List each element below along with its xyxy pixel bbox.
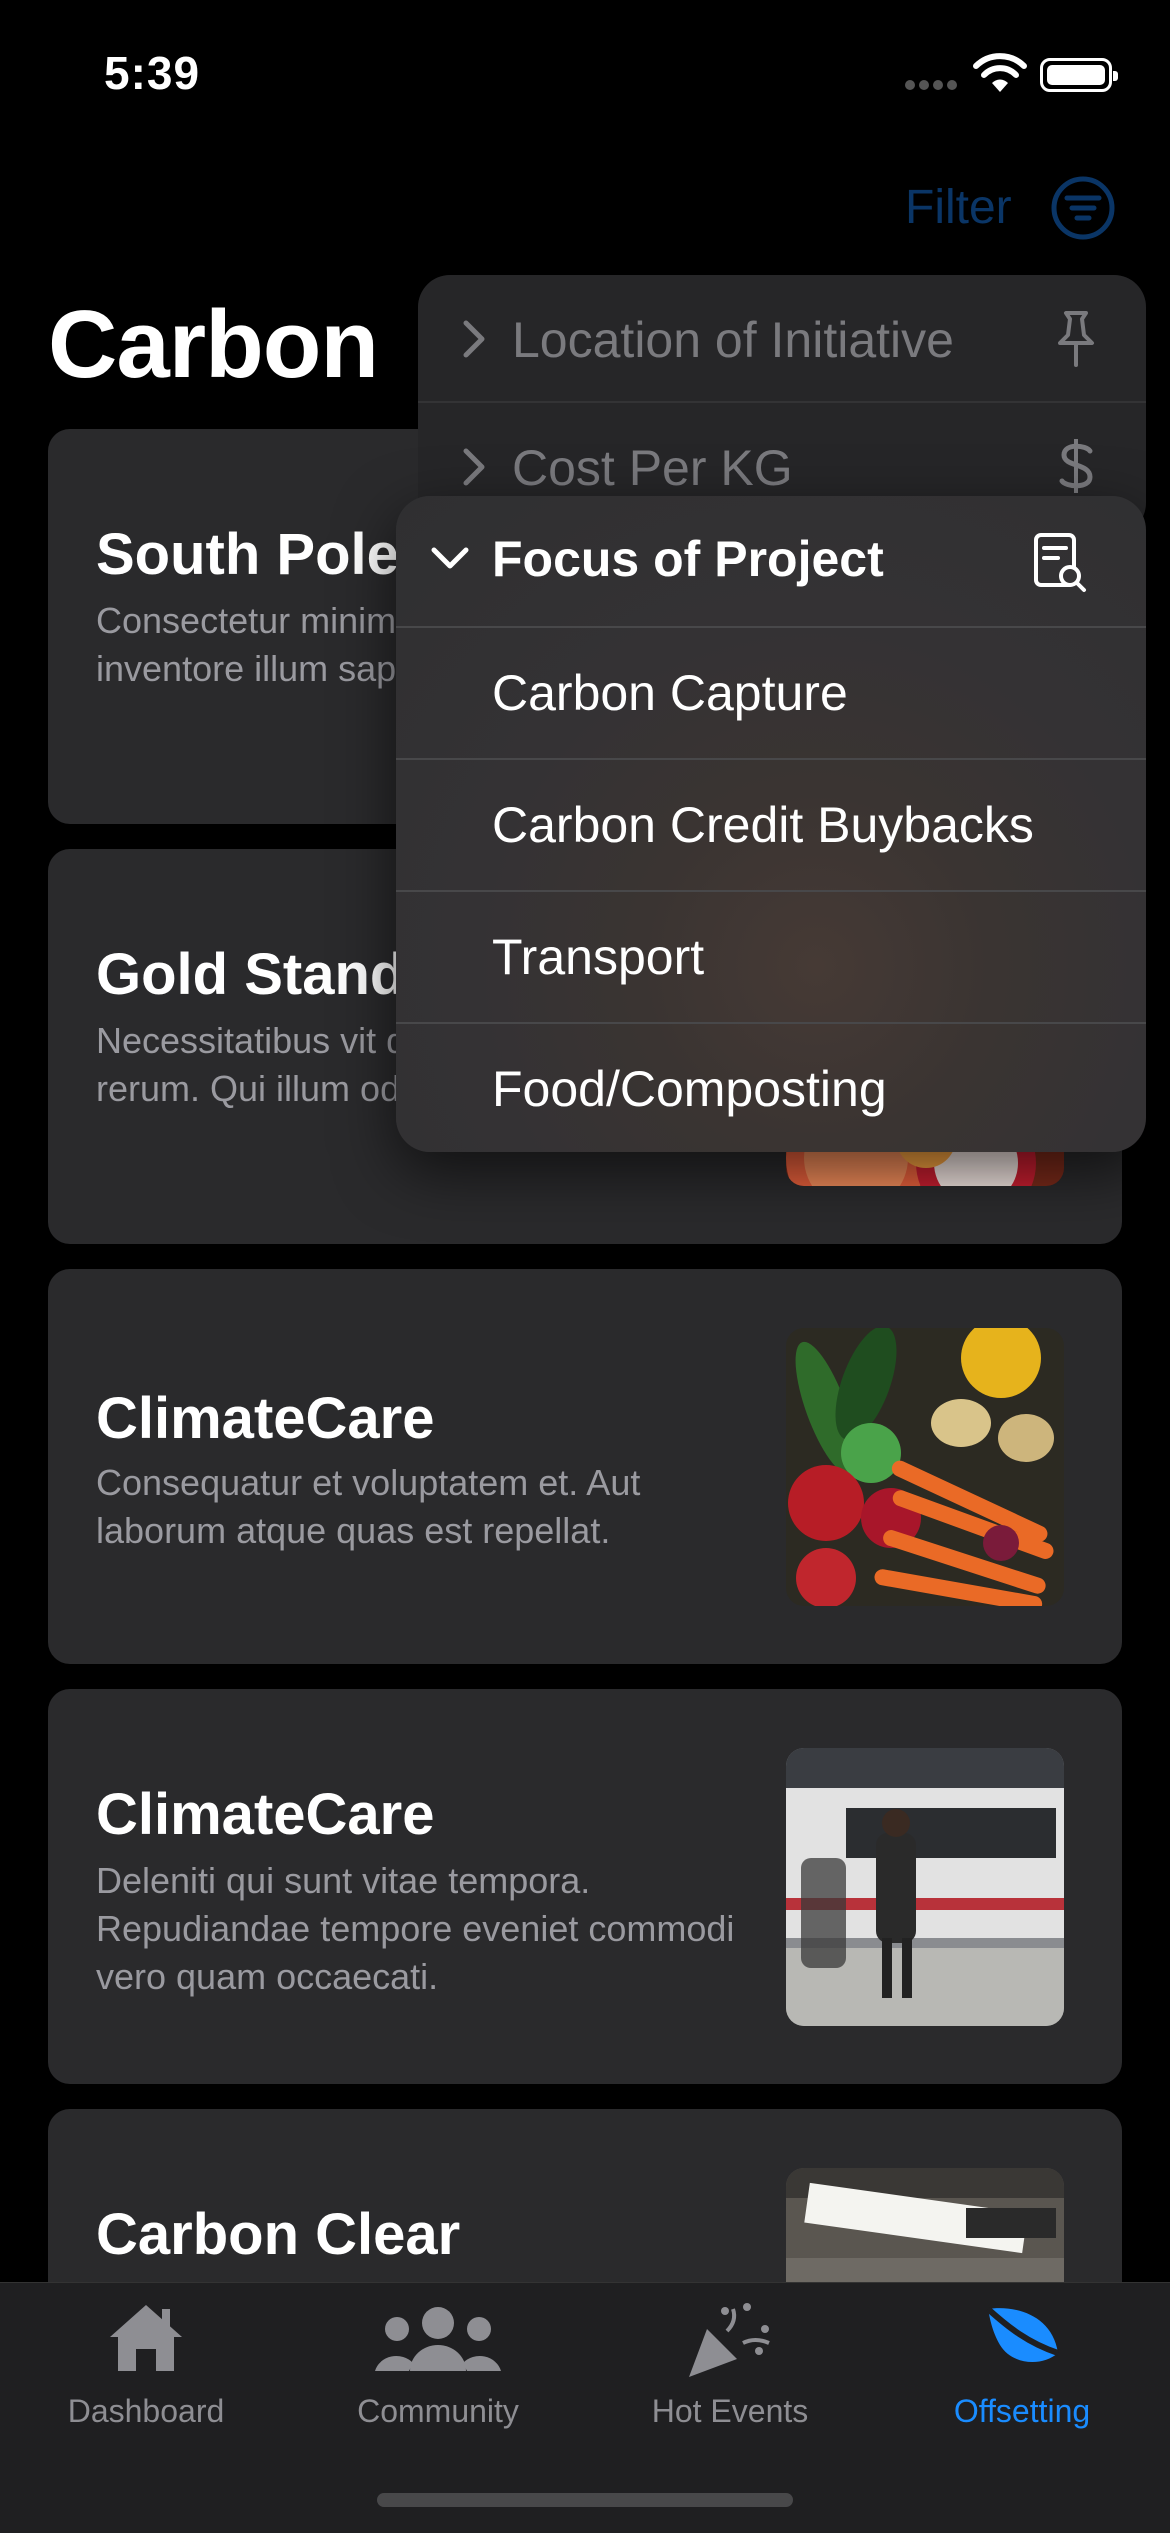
tab-community[interactable]: Community [292,2283,584,2443]
chevron-right-icon [463,320,485,358]
filter-button-label[interactable]: Filter [905,180,1012,235]
filter-option-label: Food/Composting [492,1061,887,1117]
tab-label: Hot Events [651,2393,809,2429]
tab-hot-events[interactable]: Hot Events [584,2283,876,2443]
project-card[interactable]: ClimateCare Consequatur et voluptatem et… [48,1269,1122,1664]
card-thumbnail-train [786,1748,1064,2026]
status-time: 5:39 [104,47,201,99]
filter-option-carbon-capture[interactable]: Carbon Capture [396,628,1146,758]
wifi-icon [973,53,1027,92]
dollar-icon [1059,439,1093,493]
document-search-icon [1034,533,1086,592]
party-popper-icon [689,2303,770,2377]
filter-section-header[interactable]: Focus of Project [396,496,1146,626]
filter-option-transport[interactable]: Transport [396,892,1146,1022]
chevron-down-icon [431,547,469,569]
filter-option-label: Cost Per KG [512,440,793,496]
chevron-right-icon [463,448,485,486]
filter-menu-focus: Focus of Project Carbon Capture Carbon C… [396,496,1146,1152]
card-title: ClimateCare [96,1782,435,1847]
battery-icon [1040,58,1118,92]
home-indicator [377,2493,793,2507]
house-icon [110,2305,182,2371]
filter-option-carbon-credit-buybacks[interactable]: Carbon Credit Buybacks [396,760,1146,890]
tab-offsetting[interactable]: Offsetting [876,2283,1168,2443]
leaf-icon [985,2306,1059,2363]
cellular-signal-icon [905,80,959,90]
filter-icon[interactable] [1050,175,1116,241]
card-title: Carbon Clear [96,2202,461,2267]
filter-option-food-composting[interactable]: Food/Composting [396,1024,1146,1152]
tab-label: Community [357,2393,519,2429]
filter-option-label: Transport [492,929,705,985]
filter-option-location[interactable]: Location of Initiative [418,275,1146,403]
card-title: South Pole [96,522,399,587]
page-title: Carbon [48,291,379,398]
people-icon [375,2307,501,2371]
card-title: ClimateCare [96,1386,435,1451]
card-description: Deleniti qui sunt vitae tempora. Repudia… [96,1860,735,1997]
tab-dashboard[interactable]: Dashboard [0,2283,292,2443]
filter-option-label: Carbon Credit Buybacks [492,797,1034,853]
pin-icon [1058,311,1094,367]
card-description: Consequatur et voluptatem et. Aut laboru… [96,1462,641,1551]
filter-option-label: Carbon Capture [492,665,848,721]
project-card[interactable]: ClimateCare Deleniti qui sunt vitae temp… [48,1689,1122,2084]
card-title: Gold Stand [96,942,406,1007]
tab-label: Offsetting [953,2393,1091,2429]
filter-option-label: Location of Initiative [512,312,954,368]
tab-label: Dashboard [67,2393,225,2429]
card-thumbnail-vegetables [786,1328,1064,1606]
filter-section-label: Focus of Project [492,531,884,587]
